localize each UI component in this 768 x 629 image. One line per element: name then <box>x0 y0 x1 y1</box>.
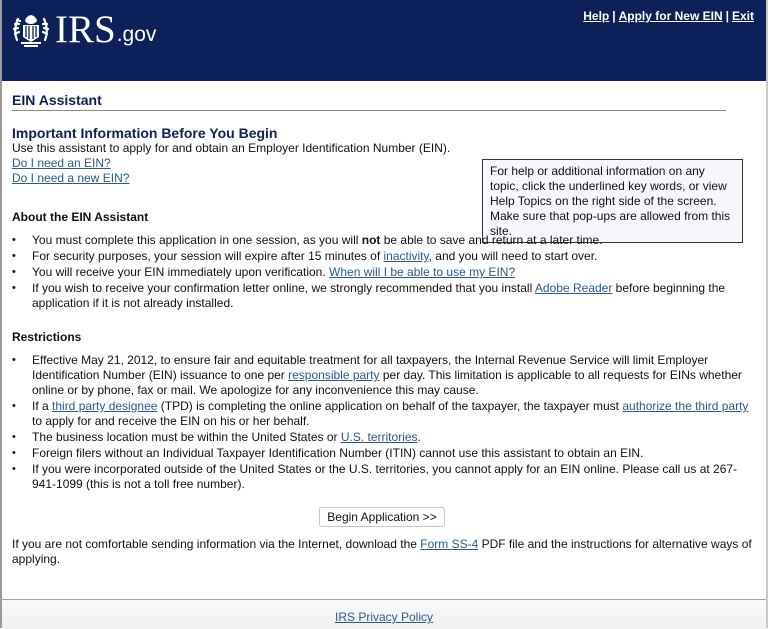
inactivity-link[interactable]: inactivity <box>383 249 428 263</box>
adobe-reader-link[interactable]: Adobe Reader <box>535 281 612 295</box>
form-ss4-link[interactable]: Form SS-4 <box>420 537 478 551</box>
restrictions-list: Effective May 21, 2012, to ensure fair a… <box>12 353 752 492</box>
site-header: IRS .gov Help | Apply for New EIN | Exit <box>2 0 766 81</box>
logo-domain: .gov <box>116 23 157 46</box>
restrictions-heading: Restrictions <box>12 330 82 344</box>
need-new-ein-link[interactable]: Do I need a new EIN? <box>12 171 129 185</box>
item-text: The business location must be within the… <box>32 430 341 444</box>
list-item: You will receive your EIN immediately up… <box>12 265 752 280</box>
list-item: If you wish to receive your confirmation… <box>12 281 752 311</box>
list-item: Foreign filers without an Individual Tax… <box>12 446 752 461</box>
item-text: be able to save and return at a later ti… <box>380 233 603 247</box>
responsible-party-link[interactable]: responsible party <box>288 368 379 382</box>
nav-separator: | <box>612 9 616 23</box>
action-row: Begin Application >> <box>12 507 752 527</box>
apply-new-ein-link[interactable]: Apply for New EIN <box>619 9 723 23</box>
list-item: The business location must be within the… <box>12 430 752 445</box>
irs-eagle-icon <box>12 15 50 47</box>
section-heading: Important Information Before You Begin <box>12 125 278 141</box>
list-item: If you were incorporated outside of the … <box>12 462 752 492</box>
privacy-policy-link[interactable]: IRS Privacy Policy <box>335 610 433 624</box>
logo-wordmark: IRS <box>55 8 116 51</box>
us-territories-link[interactable]: U.S. territories <box>341 430 418 444</box>
item-text: You will receive your EIN immediately up… <box>32 265 330 279</box>
help-info-box: For help or additional information on an… <box>482 159 743 243</box>
need-ein-link[interactable]: Do I need an EIN? <box>12 156 111 170</box>
main-content: EIN Assistant Important Information Befo… <box>12 92 752 567</box>
alternative-text: If you are not comfortable sending infor… <box>12 537 752 567</box>
list-item: If a third party designee (TPD) is compl… <box>12 399 752 429</box>
third-party-designee-link[interactable]: third party designee <box>52 399 157 413</box>
help-link[interactable]: Help <box>583 9 609 23</box>
about-list: You must complete this application in on… <box>12 233 752 311</box>
item-text: (TPD) is completing the online applicati… <box>157 399 623 413</box>
irs-logo[interactable]: IRS .gov <box>11 10 156 50</box>
page-footer: IRS Privacy Policy <box>2 599 766 629</box>
item-text: For security purposes, your session will… <box>32 249 384 263</box>
header-nav: Help | Apply for New EIN | Exit <box>583 9 754 23</box>
intro-text: Use this assistant to apply for and obta… <box>12 141 451 155</box>
page-title: EIN Assistant <box>12 92 726 111</box>
item-text: If a <box>32 399 53 413</box>
list-item: You must complete this application in on… <box>12 233 752 248</box>
item-text: If you are not comfortable sending infor… <box>12 537 421 551</box>
item-text: . <box>417 430 421 444</box>
begin-application-button[interactable]: Begin Application >> <box>319 507 445 527</box>
window-frame-left <box>0 0 2 628</box>
item-text: You must complete this application in on… <box>32 233 362 247</box>
when-use-ein-link[interactable]: When will I be able to use my EIN? <box>329 265 515 279</box>
list-item: Effective May 21, 2012, to ensure fair a… <box>12 353 752 398</box>
nav-separator: | <box>725 9 729 23</box>
emphasis-text: not <box>361 233 381 247</box>
authorize-third-party-link[interactable]: authorize the third party <box>622 399 748 413</box>
item-text: to apply for and receive the EIN on his … <box>32 414 310 428</box>
item-text: , and you will need to start over. <box>428 249 598 263</box>
item-text: If you wish to receive your confirmation… <box>32 281 535 295</box>
list-item: For security purposes, your session will… <box>12 249 752 264</box>
exit-link[interactable]: Exit <box>732 9 754 23</box>
